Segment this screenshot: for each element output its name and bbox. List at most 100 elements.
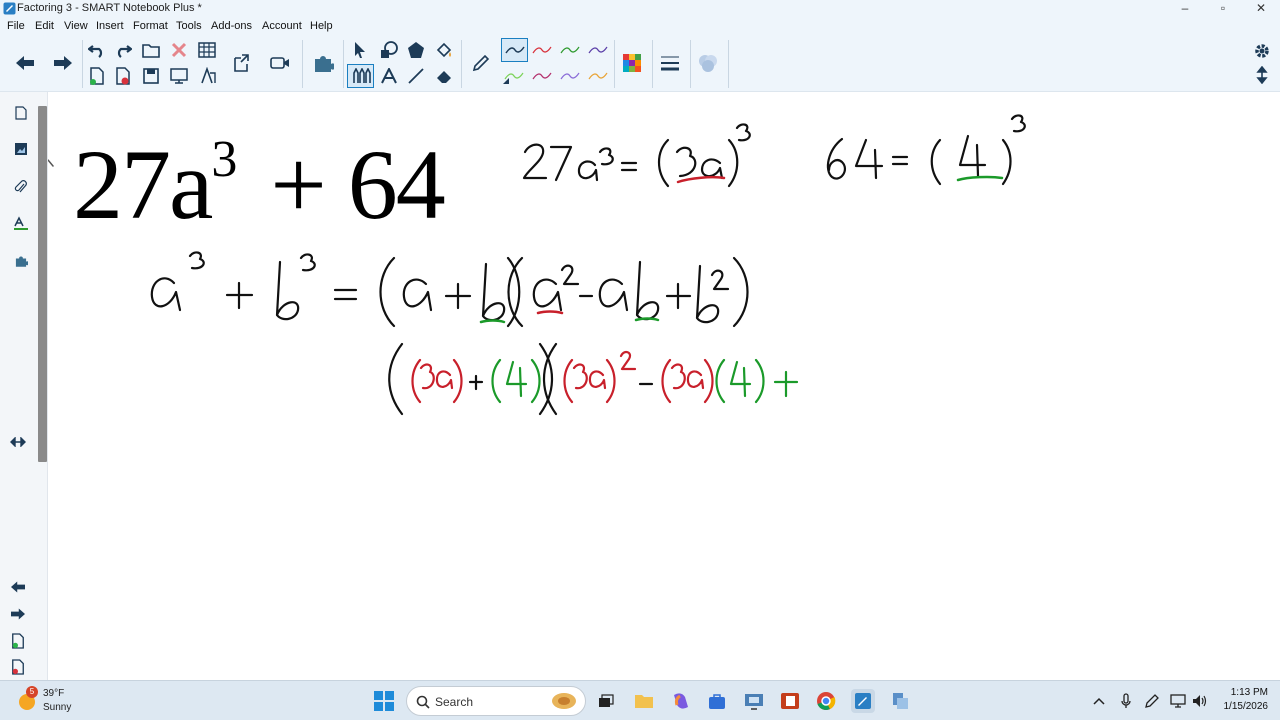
- search-icon: [416, 695, 430, 709]
- task-view-icon: [599, 694, 614, 707]
- pens-icon: [352, 68, 371, 83]
- pen-preset-7[interactable]: [559, 66, 581, 86]
- share-page-button[interactable]: [230, 52, 252, 74]
- fill-effects-button[interactable]: [695, 50, 721, 76]
- select-tool-button[interactable]: [350, 40, 370, 60]
- powerpoint-button[interactable]: [778, 689, 802, 713]
- menu-view[interactable]: View: [64, 20, 88, 32]
- store-button[interactable]: [705, 689, 729, 713]
- start-button[interactable]: [372, 689, 396, 713]
- attachments-tab[interactable]: [10, 176, 32, 198]
- pen-preset-8[interactable]: [587, 66, 609, 86]
- weather-widget[interactable]: 5 39°F Sunny: [16, 686, 96, 717]
- notebook-page-canvas[interactable]: 27a3 + 64: [48, 92, 1280, 680]
- sidebar-delete-page[interactable]: [6, 656, 30, 678]
- insert-table-button[interactable]: [197, 40, 217, 60]
- side-panel: [0, 92, 48, 680]
- ink-underline-red: [676, 175, 726, 184]
- new-page-button[interactable]: [87, 66, 107, 86]
- show-hidden-icons-button[interactable]: [1089, 689, 1109, 713]
- screen-shade-button[interactable]: [169, 66, 189, 86]
- menu-account[interactable]: Account: [262, 20, 302, 32]
- pen-menu-button[interactable]: [1142, 689, 1162, 713]
- file-explorer-button[interactable]: [632, 689, 656, 713]
- sidebar-add-page[interactable]: [6, 630, 30, 652]
- menu-file[interactable]: File: [7, 20, 25, 32]
- copilot-icon: [674, 693, 688, 709]
- presentation-app-icon: [781, 693, 799, 709]
- properties-tab[interactable]: [10, 212, 32, 234]
- text-a-icon: [381, 68, 397, 84]
- color-palette-button[interactable]: [619, 50, 645, 76]
- arrow-right-icon: [11, 608, 25, 620]
- record-video-button[interactable]: [268, 52, 292, 74]
- add-ons-tab[interactable]: [10, 250, 32, 272]
- pen-type-button[interactable]: [468, 50, 494, 76]
- pen-preset-6[interactable]: [531, 66, 553, 86]
- previous-page-button[interactable]: [12, 50, 38, 76]
- undo-button[interactable]: [87, 40, 107, 60]
- menu-tools[interactable]: Tools: [176, 20, 202, 32]
- sidebar-next-page[interactable]: [6, 603, 30, 625]
- eraser-tool-button[interactable]: [433, 66, 455, 86]
- line-thickness-button[interactable]: [657, 50, 683, 76]
- shapes-tool-button[interactable]: [378, 40, 400, 60]
- task-view-button[interactable]: [594, 689, 618, 713]
- save-button[interactable]: [141, 66, 161, 86]
- pen-preset-3[interactable]: [559, 40, 581, 60]
- menu-bar: File Edit View Insert Format Tools Add-o…: [0, 18, 1280, 36]
- side-panel-toggle[interactable]: [6, 432, 30, 452]
- menu-edit[interactable]: Edit: [35, 20, 54, 32]
- delete-page-button[interactable]: [113, 66, 133, 86]
- smart-notebook-taskbar-button[interactable]: [851, 689, 875, 713]
- pen-preset-5[interactable]: [503, 66, 525, 86]
- pen-icon: [1145, 694, 1159, 708]
- fill-tool-button[interactable]: [433, 40, 455, 60]
- store-bag-icon: [709, 694, 725, 709]
- sidebar-previous-page[interactable]: [6, 576, 30, 598]
- volume-button[interactable]: [1190, 689, 1210, 713]
- delete-page-icon: [116, 67, 130, 85]
- ink-underline-b2: [634, 317, 660, 322]
- menu-add-ons[interactable]: Add-ons: [211, 20, 252, 32]
- pen-stroke-black-icon: [504, 46, 525, 54]
- redo-button[interactable]: [113, 40, 133, 60]
- copilot-button[interactable]: [669, 689, 693, 713]
- typed-expression[interactable]: 27a3 + 64: [73, 110, 446, 235]
- pen-preset-4[interactable]: [587, 40, 609, 60]
- minimize-button[interactable]: –: [1167, 0, 1203, 18]
- chrome-button[interactable]: [814, 689, 838, 713]
- menu-insert[interactable]: Insert: [96, 20, 124, 32]
- taskbar-search-box[interactable]: Search: [406, 686, 586, 716]
- line-tool-button[interactable]: [405, 66, 427, 86]
- network-button[interactable]: [1168, 689, 1188, 713]
- microphone-icon: [1121, 693, 1131, 708]
- page-sorter-tab[interactable]: [10, 102, 32, 124]
- puzzle-piece-icon: [315, 56, 334, 72]
- menu-help[interactable]: Help: [310, 20, 333, 32]
- chevron-up-icon: [1093, 697, 1105, 705]
- restore-button[interactable]: ▫: [1205, 0, 1241, 18]
- share-icon: [234, 54, 249, 72]
- side-panel-scrollbar[interactable]: [38, 106, 47, 462]
- system-clock[interactable]: 1:13 PM 1/15/2026: [1218, 687, 1269, 712]
- regular-polygon-tool-button[interactable]: [405, 40, 427, 60]
- next-page-button[interactable]: [50, 50, 76, 76]
- pen-stroke-lightgreen-icon: [504, 72, 524, 80]
- gallery-tab[interactable]: [10, 138, 32, 160]
- move-toolbar-button[interactable]: [1250, 64, 1274, 86]
- remote-desktop-button[interactable]: [742, 689, 766, 713]
- pen-preset-2[interactable]: [531, 40, 553, 60]
- delete-button[interactable]: [169, 40, 189, 60]
- measurement-tools-button[interactable]: [197, 66, 217, 86]
- menu-format[interactable]: Format: [133, 20, 168, 32]
- properties-button[interactable]: [1250, 40, 1274, 62]
- close-button[interactable]: ✕: [1243, 0, 1279, 18]
- text-tool-button[interactable]: [378, 66, 400, 86]
- pen-preset-1[interactable]: [501, 38, 528, 62]
- open-file-button[interactable]: [141, 40, 161, 60]
- microphone-button[interactable]: [1116, 689, 1136, 713]
- app-taskbar-button[interactable]: [888, 689, 912, 713]
- add-ons-button[interactable]: [310, 50, 336, 76]
- pens-tool-button[interactable]: [347, 64, 374, 88]
